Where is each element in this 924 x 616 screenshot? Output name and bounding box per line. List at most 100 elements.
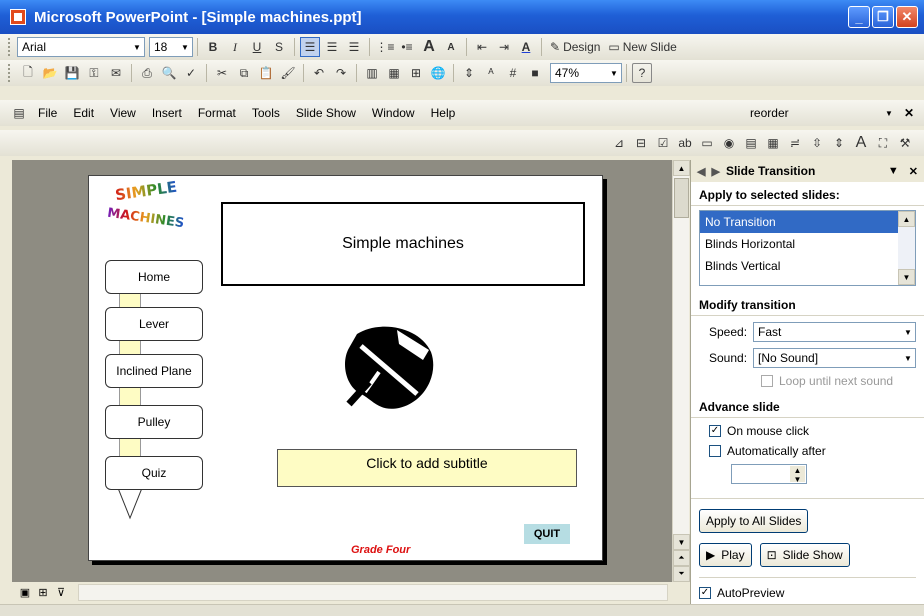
open-folder-icon[interactable]: 📂 <box>40 63 60 83</box>
label-control-icon[interactable]: A <box>851 133 871 153</box>
align-right-icon[interactable]: ☰ <box>344 37 364 57</box>
transition-list-scrollbar[interactable]: ▲ ▼ <box>898 211 915 285</box>
redo-icon[interactable]: ↷ <box>331 63 351 83</box>
hyperlink-icon[interactable]: 🌐 <box>428 63 448 83</box>
normal-view-icon[interactable]: ▣ <box>18 586 32 599</box>
subtitle-placeholder[interactable]: Click to add subtitle <box>277 449 577 487</box>
menu-view[interactable]: View <box>102 106 144 120</box>
speed-select[interactable]: Fast ▼ <box>753 322 916 342</box>
back-arrow-icon[interactable]: ◀ <box>697 165 705 178</box>
option-button-icon[interactable]: ◉ <box>719 133 739 153</box>
chevron-down-icon[interactable]: ▼ <box>901 354 915 363</box>
font-size-combo[interactable]: 18 ▼ <box>149 37 193 57</box>
checkbox-control-icon[interactable]: ☑ <box>653 133 673 153</box>
decrease-indent-icon[interactable]: ⇤ <box>472 37 492 57</box>
slide-sorter-view-icon[interactable]: ⊞ <box>36 586 50 599</box>
slide-title[interactable]: Simple machines <box>221 202 585 286</box>
inclined-plane-nav-button[interactable]: Inclined Plane <box>105 354 203 388</box>
transition-item[interactable]: Blinds Vertical <box>700 255 915 277</box>
color-grayscale-icon[interactable]: ■ <box>525 63 545 83</box>
chevron-down-icon[interactable]: ▼ <box>882 109 896 118</box>
shadow-button[interactable]: S <box>269 37 289 57</box>
listbox-control-icon[interactable]: ▤ <box>741 133 761 153</box>
spelling-icon[interactable]: ✓ <box>181 63 201 83</box>
forward-arrow-icon[interactable]: ▶ <box>711 165 719 178</box>
help-button[interactable]: ? <box>632 63 652 83</box>
copy-icon[interactable]: ⧉ <box>234 63 254 83</box>
scrollbar-control-icon[interactable]: ⇕ <box>829 133 849 153</box>
menu-help[interactable]: Help <box>423 106 464 120</box>
show-formatting-icon[interactable]: ᴬ <box>481 63 501 83</box>
chevron-down-icon[interactable]: ▼ <box>130 43 144 52</box>
scroll-thumb[interactable] <box>674 178 689 218</box>
autopreview-checkbox[interactable]: ✓ <box>699 587 711 599</box>
new-document-icon[interactable]: 🗋 <box>18 63 38 83</box>
horizontal-scrollbar[interactable] <box>78 583 668 601</box>
sound-select[interactable]: [No Sound] ▼ <box>753 348 916 368</box>
format-painter-icon[interactable]: 🖌 <box>278 63 298 83</box>
chevron-down-icon[interactable]: ▼ <box>607 69 621 78</box>
email-icon[interactable]: ✉ <box>106 63 126 83</box>
tables-borders-icon[interactable]: ⊞ <box>406 63 426 83</box>
toolbar-grip[interactable] <box>8 38 11 56</box>
more-controls-icon[interactable]: ⚒ <box>895 133 915 153</box>
chevron-down-icon[interactable]: ▼ <box>178 43 192 52</box>
menu-slide-show[interactable]: Slide Show <box>288 106 364 120</box>
restore-button[interactable]: ❐ <box>872 6 894 28</box>
scroll-up-icon[interactable]: ▲ <box>898 211 915 227</box>
transition-list[interactable]: No Transition Blinds Horizontal Blinds V… <box>699 210 916 286</box>
decrease-font-icon[interactable]: A <box>441 37 461 57</box>
minimize-button[interactable]: _ <box>848 6 870 28</box>
next-slide-icon[interactable]: ⏷ <box>673 566 690 582</box>
quit-button[interactable]: QUIT <box>524 524 570 544</box>
design-button[interactable]: ✎ Design <box>547 37 603 57</box>
undo-icon[interactable]: ↶ <box>309 63 329 83</box>
insert-chart-icon[interactable]: ▥ <box>362 63 382 83</box>
align-left-icon[interactable]: ☰ <box>300 37 320 57</box>
image-control-icon[interactable]: ⛶ <box>873 133 893 153</box>
font-color-icon[interactable]: A <box>516 37 536 57</box>
textbox-control-icon[interactable]: ab <box>675 133 695 153</box>
toolbar-grip[interactable] <box>8 64 11 82</box>
menu-insert[interactable]: Insert <box>144 106 190 120</box>
bold-button[interactable]: B <box>203 37 223 57</box>
chevron-down-icon[interactable]: ▼ <box>901 328 915 337</box>
bullets-icon[interactable]: •≡ <box>397 37 417 57</box>
menu-window[interactable]: Window <box>364 106 423 120</box>
slide-editing-area[interactable]: SIMPLE MACHINES Home Lever Inclined Plan… <box>12 160 672 582</box>
font-combo[interactable]: Arial ▼ <box>17 37 145 57</box>
spinner-arrows-icon[interactable]: ▲ ▼ <box>790 466 805 484</box>
save-icon[interactable]: 💾 <box>62 63 82 83</box>
powerpoint-app-icon[interactable] <box>10 9 26 25</box>
align-center-icon[interactable]: ☰ <box>322 37 342 57</box>
task-pane-menu-icon[interactable]: ▼ <box>888 165 899 178</box>
auto-after-checkbox[interactable] <box>709 445 721 457</box>
close-button[interactable]: ✕ <box>896 6 918 28</box>
slide-show-view-icon[interactable]: ⊽ <box>54 586 68 599</box>
underline-button[interactable]: U <box>247 37 267 57</box>
play-button[interactable]: ▶ Play <box>699 543 752 567</box>
vertical-scrollbar[interactable]: ▲ ▼ ⏶ ⏷ <box>672 160 690 582</box>
command-button-icon[interactable]: ▭ <box>697 133 717 153</box>
ask-question-box[interactable]: reorder ▼ <box>746 103 896 123</box>
numbering-icon[interactable]: ⋮≡ <box>375 37 395 57</box>
cut-icon[interactable]: ✂ <box>212 63 232 83</box>
properties-icon[interactable]: ⊟ <box>631 133 651 153</box>
close-document-icon[interactable]: ✕ <box>904 106 914 120</box>
design-mode-icon[interactable]: ⊿ <box>609 133 629 153</box>
italic-button[interactable]: I <box>225 37 245 57</box>
toggle-button-icon[interactable]: ≓ <box>785 133 805 153</box>
slide-show-button[interactable]: ⊡ Slide Show <box>759 543 850 567</box>
home-nav-button[interactable]: Home <box>105 260 203 294</box>
menu-tools[interactable]: Tools <box>244 106 288 120</box>
expand-all-icon[interactable]: ⇕ <box>459 63 479 83</box>
increase-indent-icon[interactable]: ⇥ <box>494 37 514 57</box>
new-slide-button[interactable]: ▭ New Slide <box>605 37 679 57</box>
print-icon[interactable]: ⎙ <box>137 63 157 83</box>
menu-edit[interactable]: Edit <box>65 106 102 120</box>
print-preview-icon[interactable]: 🔍 <box>159 63 179 83</box>
transition-item[interactable]: No Transition <box>700 211 915 233</box>
paste-icon[interactable]: 📋 <box>256 63 276 83</box>
menu-format[interactable]: Format <box>190 106 244 120</box>
lever-nav-button[interactable]: Lever <box>105 307 203 341</box>
